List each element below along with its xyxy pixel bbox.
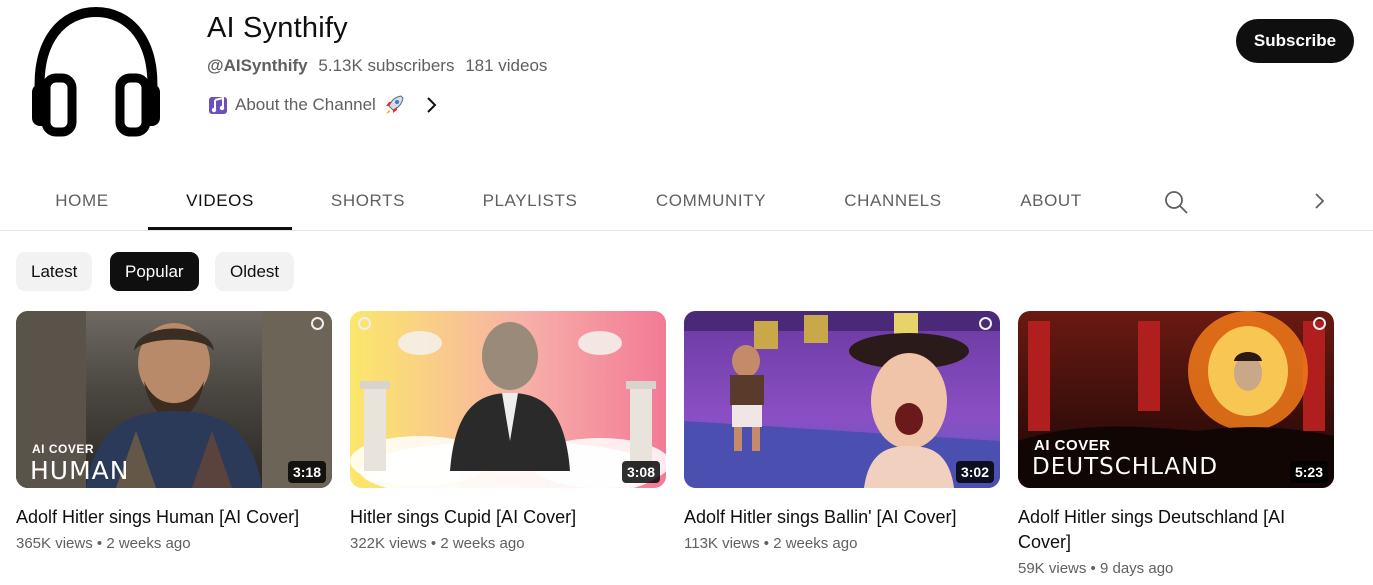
about-channel-label: About the Channel: [235, 95, 376, 114]
video-thumbnail[interactable]: 3:08: [350, 311, 666, 488]
rocket-emoji-icon: [385, 95, 404, 114]
video-duration: 3:08: [621, 461, 660, 483]
upload-age: 2 weeks ago: [773, 535, 858, 552]
meta-separator: •: [430, 535, 437, 552]
upload-age: 2 weeks ago: [106, 535, 191, 552]
channel-handle: @AISynthify: [207, 56, 308, 75]
tab-shorts[interactable]: SHORTS: [304, 172, 432, 228]
video-count: 181 videos: [465, 56, 548, 75]
video-meta: 322K views • 2 weeks ago: [350, 535, 666, 552]
headphones-icon: [32, 6, 160, 137]
video-meta: 113K views • 2 weeks ago: [684, 535, 1000, 552]
tab-community[interactable]: COMMUNITY: [638, 172, 784, 228]
about-channel-link[interactable]: About the Channel: [207, 93, 442, 117]
video-title[interactable]: Adolf Hitler sings Deutschland [AI Cover…: [1018, 505, 1334, 555]
upload-age: 2 weeks ago: [440, 535, 525, 552]
watermark-icon: [311, 317, 324, 330]
video-card[interactable]: 3:08 Hitler sings Cupid [AI Cover] 322K …: [350, 311, 666, 552]
channel-tabs: HOME VIDEOS SHORTS PLAYLISTS COMMUNITY C…: [0, 172, 1373, 231]
music-notes-emoji-icon: [209, 96, 227, 114]
video-card[interactable]: AI COVER DEUTSCHLAND 5:23 Adolf Hitler s…: [1018, 311, 1334, 577]
view-count: 322K views: [350, 535, 427, 552]
video-card[interactable]: AI COVER HUMAN 3:18 Adolf Hitler sings H…: [16, 311, 332, 552]
tab-channels[interactable]: CHANNELS: [826, 172, 960, 228]
video-duration: 5:23: [1289, 461, 1328, 483]
channel-name: AI Synthify: [207, 12, 348, 44]
meta-separator: •: [1090, 560, 1096, 577]
channel-avatar[interactable]: [18, 0, 174, 150]
thumbnail-image: [350, 322, 666, 488]
chevron-right-icon: [427, 97, 437, 113]
chip-popular[interactable]: Popular: [110, 252, 199, 291]
chip-latest[interactable]: Latest: [16, 252, 93, 291]
meta-separator: •: [763, 535, 770, 552]
video-card[interactable]: 3:02 Adolf Hitler sings Ballin' [AI Cove…: [684, 311, 1000, 552]
view-count: 365K views: [16, 535, 93, 552]
tab-about[interactable]: ABOUT: [998, 172, 1104, 228]
thumbnail-caption-small: AI COVER: [1034, 437, 1111, 454]
upload-age: 9 days ago: [1099, 560, 1174, 577]
chip-oldest[interactable]: Oldest: [215, 252, 295, 291]
video-thumbnail[interactable]: 3:02: [684, 311, 1000, 488]
watermark-icon: [979, 317, 992, 330]
video-title[interactable]: Adolf Hitler sings Ballin' [AI Cover]: [684, 505, 1000, 530]
tab-videos[interactable]: VIDEOS: [148, 172, 292, 230]
thumbnail-image: [684, 311, 1000, 488]
search-icon[interactable]: [1163, 189, 1189, 215]
channel-meta: @AISynthify 5.13K subscribers 181 videos: [207, 56, 547, 76]
tab-playlists[interactable]: PLAYLISTS: [460, 172, 600, 228]
video-duration: 3:02: [955, 461, 994, 483]
video-duration: 3:18: [287, 461, 326, 483]
meta-separator: •: [96, 535, 103, 552]
tab-home[interactable]: HOME: [18, 172, 146, 228]
video-thumbnail[interactable]: AI COVER DEUTSCHLAND 5:23: [1018, 311, 1334, 488]
video-title[interactable]: Adolf Hitler sings Human [AI Cover]: [16, 505, 332, 530]
view-count: 59K views: [1018, 560, 1087, 577]
watermark-icon: [358, 317, 371, 330]
view-count: 113K views: [684, 535, 760, 552]
thumbnail-caption-big: DEUTSCHLAND: [1032, 454, 1219, 480]
video-title[interactable]: Hitler sings Cupid [AI Cover]: [350, 505, 666, 530]
subscriber-count: 5.13K subscribers: [318, 56, 455, 75]
thumbnail-caption-small: AI COVER: [32, 442, 95, 456]
video-thumbnail[interactable]: AI COVER HUMAN 3:18: [16, 311, 332, 488]
video-meta: 59K views • 9 days ago: [1018, 560, 1334, 577]
video-meta: 365K views • 2 weeks ago: [16, 535, 332, 552]
chevron-right-icon[interactable]: [1307, 189, 1331, 213]
thumbnail-caption-big: HUMAN: [30, 456, 130, 485]
watermark-icon: [1313, 317, 1326, 330]
subscribe-button[interactable]: Subscribe: [1236, 19, 1354, 63]
